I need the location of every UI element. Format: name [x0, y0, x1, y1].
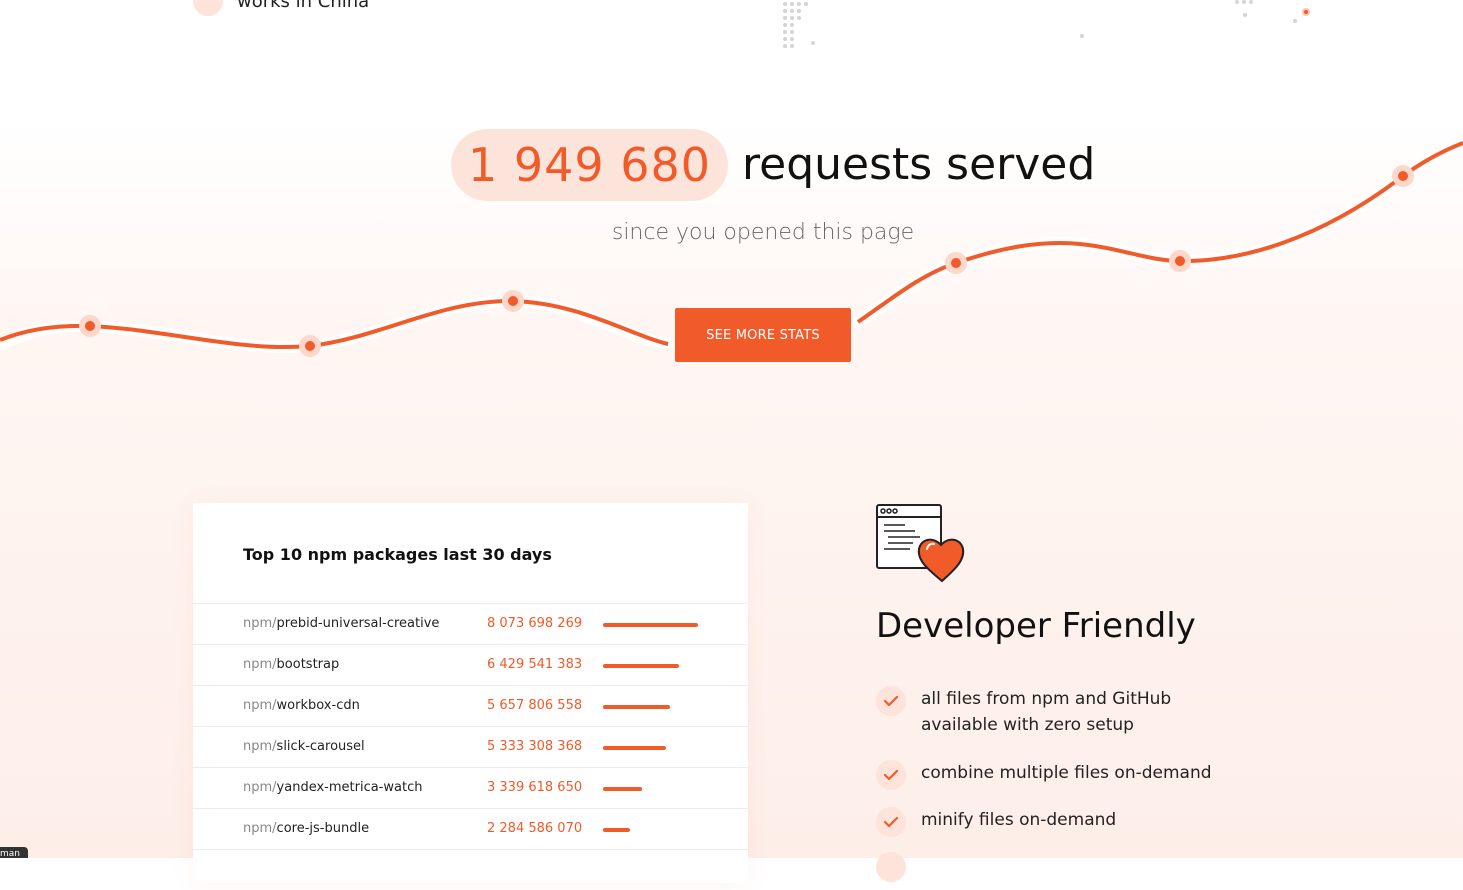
package-row[interactable]: npm/bootstrap 6 429 541 383 [193, 644, 748, 685]
package-download-count: 6 429 541 383 [487, 657, 583, 672]
package-usage-bar [603, 787, 642, 791]
package-row[interactable]: npm/core-js-bundle 2 284 586 070 [193, 808, 748, 849]
package-row-partial [193, 849, 748, 890]
package-link[interactable]: npm/prebid-universal-creative [243, 616, 439, 631]
package-download-count: 3 339 618 650 [487, 780, 583, 795]
package-link[interactable]: npm/workbox-cdn [243, 698, 360, 713]
package-download-count: 5 657 806 558 [487, 698, 583, 713]
package-download-count: 2 284 586 070 [487, 821, 583, 836]
top-packages-title: Top 10 npm packages last 30 days [243, 545, 552, 564]
counter-subtitle: since you opened this page [611, 220, 915, 245]
feature-item: combine multiple files on-demand [876, 760, 1221, 790]
feature-text: combine multiple files on-demand [921, 763, 1212, 783]
packages-table: npm/prebid-universal-creative 8 073 698 … [193, 603, 748, 890]
package-row[interactable]: npm/slick-carousel 5 333 308 368 [193, 726, 748, 767]
package-link[interactable]: npm/yandex-metrica-watch [243, 780, 422, 795]
check-icon [876, 807, 906, 837]
developer-friendly-title: Developer Friendly [876, 606, 1196, 646]
package-row[interactable]: npm/prebid-universal-creative 8 073 698 … [193, 603, 748, 644]
package-download-count: 5 333 308 368 [487, 739, 583, 754]
package-download-count: 8 073 698 269 [487, 616, 583, 631]
package-row[interactable]: npm/yandex-metrica-watch 3 339 618 650 [193, 767, 748, 808]
package-usage-bar [603, 746, 666, 750]
package-link[interactable]: npm/core-js-bundle [243, 821, 369, 836]
package-usage-bar [603, 623, 698, 627]
feature-text: minify files on-demand [921, 810, 1117, 830]
check-icon [876, 760, 906, 790]
package-usage-bar [603, 705, 670, 709]
package-link[interactable]: npm/bootstrap [243, 657, 339, 672]
package-link[interactable]: npm/slick-carousel [243, 739, 365, 754]
check-icon [876, 852, 906, 882]
requests-counter: 1 949 680 requests served [0, 129, 1463, 203]
check-icon [876, 686, 906, 716]
see-more-stats-button[interactable]: SEE MORE STATS [675, 308, 851, 362]
feature-item: all files from npm and GitHub available … [876, 686, 1221, 738]
requests-count-value: 1 949 680 [451, 129, 728, 201]
package-row[interactable]: npm/workbox-cdn 5 657 806 558 [193, 685, 748, 726]
top-packages-card: Top 10 npm packages last 30 days npm/pre… [193, 503, 748, 883]
browser-heart-icon [876, 504, 965, 583]
package-usage-bar [603, 828, 630, 832]
requests-count-label: requests served [742, 139, 1096, 190]
feature-item: minify files on-demand [876, 807, 1221, 837]
package-usage-bar [603, 664, 679, 668]
corner-badge[interactable]: man [0, 847, 28, 858]
feature-item-partial [876, 852, 906, 882]
feature-text: all files from npm and GitHub available … [921, 689, 1172, 735]
